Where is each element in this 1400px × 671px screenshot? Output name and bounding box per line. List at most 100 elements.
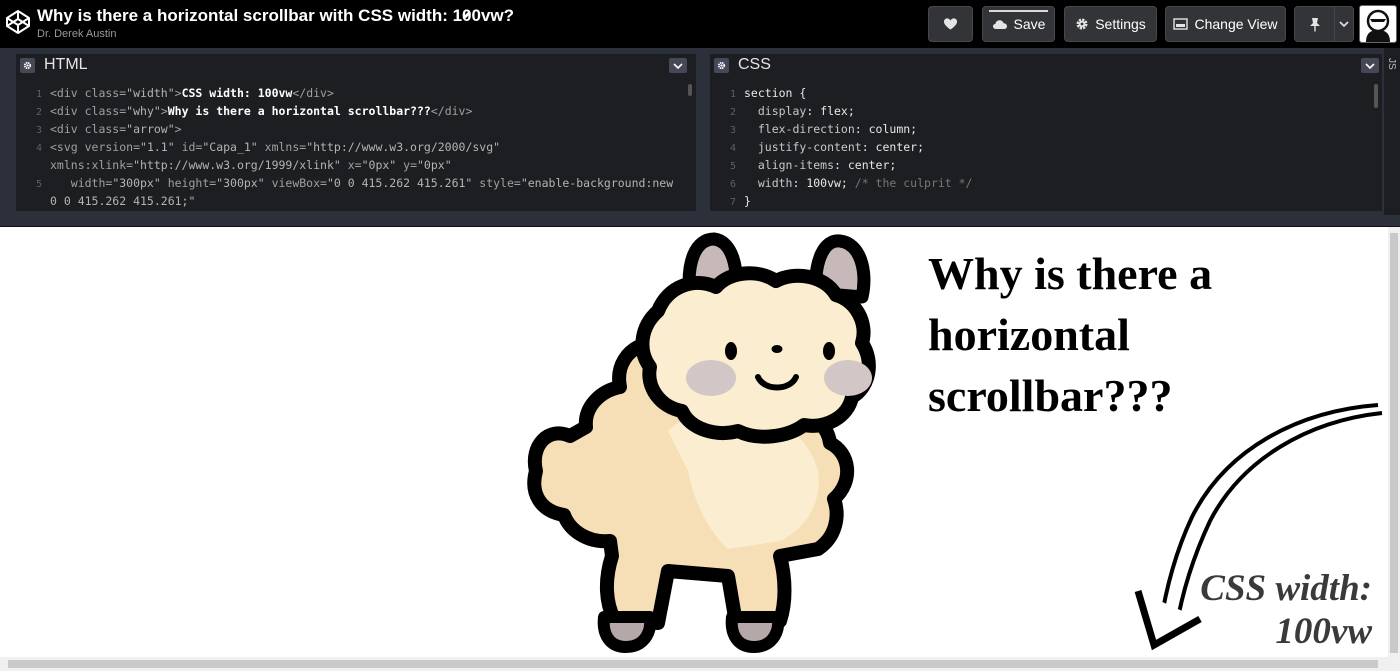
code-token: flex-direction xyxy=(744,122,855,136)
pin-button[interactable] xyxy=(1294,6,1335,42)
code-token: : center; xyxy=(861,140,925,154)
pencil-icon[interactable] xyxy=(461,9,473,21)
preview-width-text: CSS width: 100vw xyxy=(1200,568,1372,652)
horizontal-scroll-thumb[interactable] xyxy=(8,660,1378,668)
layout-icon xyxy=(1173,18,1189,30)
vertical-scroll-thumb[interactable] xyxy=(1390,233,1398,653)
code-token: "http://www.w3.org/2000/svg" xyxy=(306,140,501,154)
code-token: y= xyxy=(396,158,417,172)
code-token: } xyxy=(744,194,751,208)
code-token: "0px" xyxy=(361,158,397,172)
html-code-line[interactable]: 1 <div class="width">CSS width: 100vw</di… xyxy=(16,84,682,102)
more-options-button[interactable] xyxy=(1334,6,1354,42)
code-token: : 100vw; xyxy=(792,176,855,190)
css-editor-header: CSS xyxy=(710,54,1382,77)
preview-vertical-scrollbar[interactable] xyxy=(1388,227,1400,657)
gear-icon xyxy=(1076,18,1088,30)
html-code-line[interactable]: 0 0 415.262 415.261;" xyxy=(16,192,682,210)
code-token: align-items xyxy=(744,158,835,172)
code-token: : column; xyxy=(854,122,918,136)
code-token: <svg version= xyxy=(50,140,141,154)
save-button[interactable]: Save xyxy=(982,6,1055,42)
css-code-line[interactable]: 1 section { xyxy=(710,84,1368,102)
code-token: "arrow" xyxy=(126,122,175,136)
editor-resize-handle[interactable] xyxy=(0,215,1400,227)
llama-illustration xyxy=(527,232,876,653)
html-collapse-chevron-icon[interactable] xyxy=(669,58,687,73)
cloud-icon xyxy=(992,19,1007,29)
html-editor-scrollbar[interactable] xyxy=(688,84,692,96)
html-editor-pane: HTML 1 <div class="width">CSS width: 100v… xyxy=(16,54,696,211)
code-token: id= xyxy=(174,140,203,154)
like-button[interactable] xyxy=(928,6,973,42)
heart-icon xyxy=(943,18,958,30)
css-editor-scrollbar[interactable] xyxy=(1374,84,1378,108)
settings-label: Settings xyxy=(1095,16,1146,32)
code-token: style= xyxy=(472,176,521,190)
code-token: </div> xyxy=(292,86,334,100)
css-code-line[interactable]: 6 width: 100vw; /* the culprit */ xyxy=(710,174,1368,192)
code-token: > xyxy=(174,86,182,100)
code-token: "300px" xyxy=(216,176,265,190)
preview-horizontal-scrollbar[interactable] xyxy=(0,657,1400,671)
html-code-line[interactable]: xmlns:xlink="http://www.w3.org/1999/xlin… xyxy=(16,156,682,174)
html-code-line[interactable]: 4 <svg version="1.1" id="Capa_1" xmlns="h… xyxy=(16,138,682,156)
user-avatar-icon xyxy=(1366,9,1390,42)
code-token: : center; xyxy=(834,158,897,172)
css-editor-pane: CSS 1 section {2 display: flex; 3 flex-dir… xyxy=(710,54,1382,211)
html-settings-gear-icon[interactable] xyxy=(20,58,35,73)
js-editor-title: JS xyxy=(1386,58,1397,70)
code-token: CSS width: 100vw xyxy=(181,86,293,100)
code-token: Why is there a horizontal scrollbar??? xyxy=(167,104,431,118)
css-code-line[interactable]: 7} xyxy=(710,192,1368,210)
code-token: "0 0 415.262 415.261" xyxy=(326,176,473,190)
html-editor-title: HTML xyxy=(44,56,88,73)
code-token: "300px" xyxy=(112,176,161,190)
css-collapse-chevron-icon[interactable] xyxy=(1361,58,1379,73)
result-preview: Why is there a horizontal scrollbar??? C… xyxy=(0,227,1400,671)
html-code-line[interactable]: 3 <div class="arrow"> xyxy=(16,120,682,138)
save-indicator xyxy=(989,10,1048,12)
author-name[interactable]: Dr. Derek Austin xyxy=(37,28,116,40)
code-token: > xyxy=(174,122,182,136)
css-editor-title: CSS xyxy=(738,56,771,73)
code-token: "why" xyxy=(126,104,161,118)
code-token: <div class= xyxy=(50,122,127,136)
chevron-down-icon xyxy=(1339,20,1349,27)
code-token: "http://www.w3.org/1999/xlink" xyxy=(133,158,341,172)
code-token: width xyxy=(744,176,793,190)
html-code-line[interactable]: 2 <div class="why">Why is there a horizon… xyxy=(16,102,682,120)
html-code-area[interactable]: 1 <div class="width">CSS width: 100vw</di… xyxy=(16,84,682,211)
code-token: height= xyxy=(160,176,217,190)
html-editor-header: HTML xyxy=(16,54,696,77)
avatar[interactable] xyxy=(1359,5,1397,43)
code-token: x= xyxy=(340,158,362,172)
code-token: <div class= xyxy=(50,86,127,100)
code-token: > xyxy=(160,104,168,118)
code-token: <div class= xyxy=(50,104,127,118)
line-number: 7 xyxy=(729,197,736,208)
html-code-line[interactable]: 5 width="300px" height="300px" viewBox="… xyxy=(16,174,682,192)
code-token: /* the culprit */ xyxy=(854,176,973,190)
css-settings-gear-icon[interactable] xyxy=(714,58,729,73)
code-token: "Capa_1" xyxy=(202,140,258,154)
pin-icon xyxy=(1309,17,1320,31)
code-token: </div> xyxy=(430,104,473,118)
css-code-line[interactable]: 3 flex-direction: column; xyxy=(710,120,1368,138)
css-code-line[interactable]: 4 justify-content: center; xyxy=(710,138,1368,156)
code-token: "width" xyxy=(126,86,175,100)
code-token: width= xyxy=(50,176,113,190)
css-code-line[interactable]: 2 display: flex; xyxy=(710,102,1368,120)
change-view-button[interactable]: Change View xyxy=(1165,6,1286,42)
pen-title[interactable]: Why is there a horizontal scrollbar with… xyxy=(37,6,514,26)
code-token: : flex; xyxy=(806,104,855,118)
top-bar: Why is there a horizontal scrollbar with… xyxy=(0,0,1400,48)
css-code-line[interactable]: 5 align-items: center; xyxy=(710,156,1368,174)
js-editor-collapsed[interactable]: JS xyxy=(1384,48,1400,227)
codepen-logo-icon[interactable] xyxy=(5,9,31,35)
code-token: xmlns:xlink= xyxy=(50,158,134,172)
css-code-area[interactable]: 1 section {2 display: flex; 3 flex-directi… xyxy=(710,84,1368,211)
save-label: Save xyxy=(1013,16,1046,32)
editor-panels: HTML 1 <div class="width">CSS width: 100v… xyxy=(0,48,1400,227)
settings-button[interactable]: Settings xyxy=(1064,6,1157,42)
